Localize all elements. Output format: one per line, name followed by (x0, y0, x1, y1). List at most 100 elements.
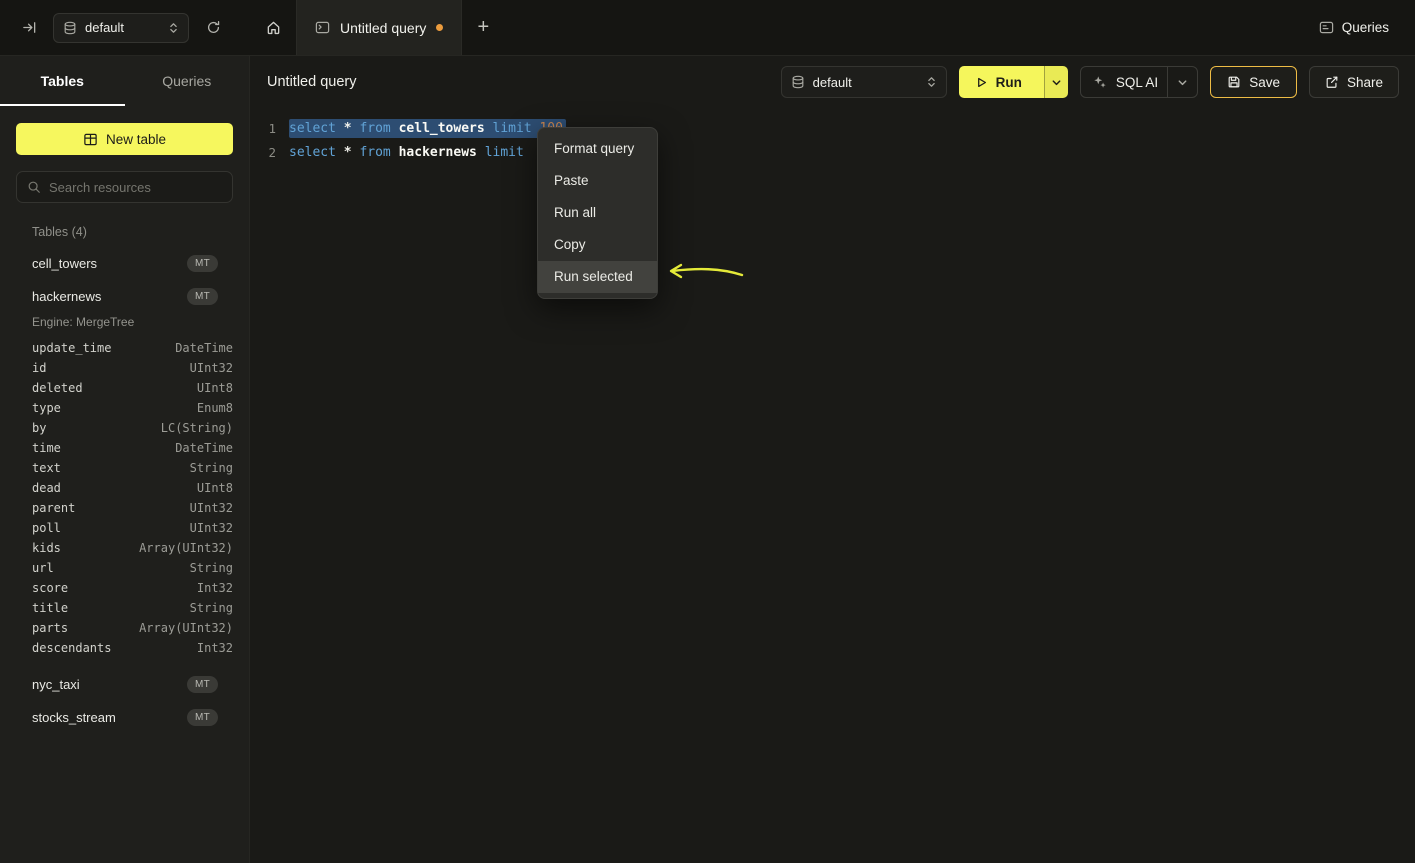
column-name: title (32, 601, 68, 615)
engine-badge: MT (187, 288, 218, 305)
column-row: deleted UInt8 (32, 378, 233, 398)
code-line: 1select * from cell_towers limit 100 (250, 116, 1415, 140)
column-name: descendants (32, 641, 111, 655)
column-name: kids (32, 541, 61, 555)
table-row[interactable]: nyc_taxi MT (16, 668, 233, 701)
column-row: update_time DateTime (32, 338, 233, 358)
search-box[interactable] (16, 171, 233, 203)
topbar: default Untitled query + Queri (0, 0, 1415, 56)
search-icon (27, 180, 41, 194)
sidebar-tab-queries[interactable]: Queries (125, 56, 250, 106)
sidebar-body: New table Tables (4) cell_towersMThacker… (0, 106, 249, 734)
code-text: select * from hackernews limit (289, 145, 524, 160)
share-button[interactable]: Share (1309, 66, 1399, 98)
run-options-button[interactable] (1044, 66, 1068, 98)
column-row: parts Array(UInt32) (32, 618, 233, 638)
button-divider (1167, 67, 1168, 97)
topbar-tabs: Untitled query + (250, 0, 1319, 55)
search-input[interactable] (49, 180, 222, 195)
menu-item-paste[interactable]: Paste (538, 165, 657, 197)
column-type: UInt8 (197, 381, 233, 395)
column-name: parent (32, 501, 75, 515)
header-database-selector[interactable]: default (781, 66, 947, 98)
column-type: String (190, 461, 233, 475)
table-engine-label: Engine: MergeTree (16, 313, 233, 338)
queries-icon (1319, 20, 1334, 35)
column-type: UInt32 (190, 361, 233, 375)
column-row: descendants Int32 (32, 638, 233, 658)
column-list: update_time DateTime idUInt32 deleted UInt8 t… (16, 338, 233, 658)
table-name: nyc_taxi (32, 677, 80, 692)
code-text: select * from cell_towers limit 100 (289, 119, 566, 138)
queries-button[interactable]: Queries (1319, 20, 1389, 35)
page-title: Untitled query (267, 74, 356, 90)
database-selector-left: default (63, 20, 124, 35)
column-row: scoreInt32 (32, 578, 233, 598)
menu-item-run-all[interactable]: Run all (538, 197, 657, 229)
tables-list: cell_towers MT hackernews MT Engine: MergeTr… (16, 247, 233, 734)
play-icon (975, 76, 988, 89)
new-tab-button[interactable]: + (462, 0, 504, 55)
column-type: DateTime (175, 341, 233, 355)
annotation-arrow (662, 258, 746, 286)
column-row: typeEnum8 (32, 398, 233, 418)
run-button[interactable]: Run (959, 66, 1044, 98)
run-label: Run (996, 75, 1022, 90)
table-row[interactable]: hackernews MT (16, 280, 233, 313)
sql-ai-label: SQL AI (1116, 75, 1158, 90)
table-name: hackernews (32, 289, 101, 304)
tables-section-label: Tables (4) (16, 225, 233, 239)
home-tab[interactable] (250, 0, 296, 55)
column-name: parts (32, 621, 68, 635)
column-type: DateTime (175, 441, 233, 455)
chevron-updown-icon (926, 75, 937, 89)
sidebar-tab-tables[interactable]: Tables (0, 56, 125, 106)
engine-badge: MT (187, 709, 218, 726)
column-row: idUInt32 (32, 358, 233, 378)
query-header: Untitled query default Run (250, 56, 1415, 108)
engine-badge: MT (187, 255, 218, 272)
menu-item-format-query[interactable]: Format query (538, 133, 657, 165)
collapse-sidebar-icon[interactable] (22, 20, 37, 35)
column-type: Int32 (197, 581, 233, 595)
refresh-icon[interactable] (206, 20, 221, 35)
sidebar: Tables Queries New table Tables (4) cell… (0, 56, 250, 863)
chevron-down-icon (1051, 77, 1062, 88)
column-name: deleted (32, 381, 83, 395)
save-icon (1227, 75, 1241, 89)
save-button[interactable]: Save (1210, 66, 1297, 98)
database-icon (63, 21, 77, 35)
database-selector[interactable]: default (53, 13, 189, 43)
menu-item-run-selected[interactable]: Run selected (538, 261, 657, 293)
table-grid-icon (83, 132, 98, 147)
table-name: stocks_stream (32, 710, 116, 725)
column-type: Enum8 (197, 401, 233, 415)
column-type: Int32 (197, 641, 233, 655)
column-type: String (190, 561, 233, 575)
column-type: Array(UInt32) (139, 621, 233, 635)
database-selector-value: default (85, 20, 124, 35)
run-split-button: Run (959, 66, 1068, 98)
column-row: byLC(String) (32, 418, 233, 438)
sql-editor[interactable]: 1select * from cell_towers limit 1002sel… (250, 108, 1415, 164)
tab-untitled-query[interactable]: Untitled query (296, 0, 462, 55)
share-icon (1325, 75, 1339, 89)
table-name: cell_towers (32, 256, 97, 271)
sparkle-icon (1093, 75, 1107, 89)
column-row: urlString (32, 558, 233, 578)
header-database-value: default (813, 75, 852, 90)
sql-ai-button[interactable]: SQL AI (1080, 66, 1198, 98)
chevron-down-icon (1177, 77, 1188, 88)
sidebar-tabs: Tables Queries (0, 56, 249, 106)
engine-badge: MT (187, 676, 218, 693)
table-row[interactable]: stocks_stream MT (16, 701, 233, 734)
query-tab-icon (315, 20, 330, 35)
table-row[interactable]: cell_towers MT (16, 247, 233, 280)
column-name: update_time (32, 341, 111, 355)
column-row: kidsArray(UInt32) (32, 538, 233, 558)
column-row: textString (32, 458, 233, 478)
new-table-button[interactable]: New table (16, 123, 233, 155)
header-database-selector-left: default (791, 75, 852, 90)
database-icon (791, 75, 805, 89)
menu-item-copy[interactable]: Copy (538, 229, 657, 261)
